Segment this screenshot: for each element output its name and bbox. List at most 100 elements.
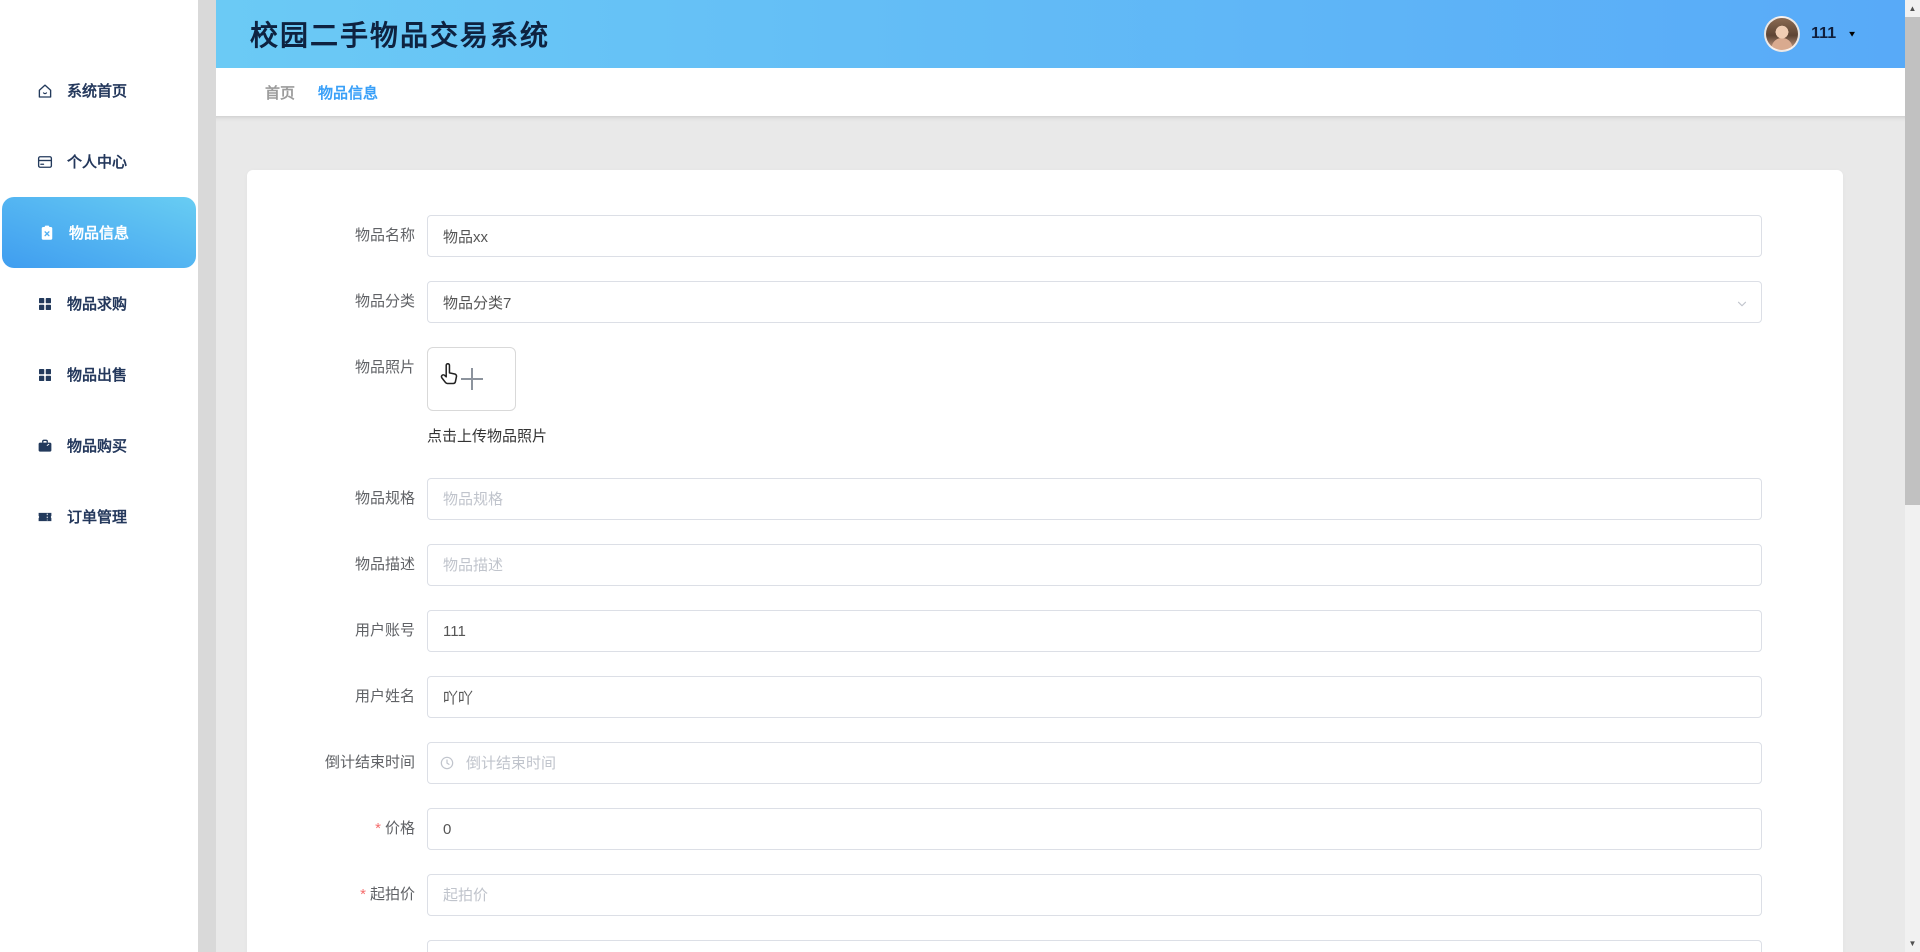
field-label [247,940,427,952]
field-label: 物品名称 [247,215,427,257]
item-category-select[interactable]: 物品分类7 [427,281,1762,323]
required-asterisk: * [375,820,381,837]
item-form: 物品名称物品分类 物品分类7 物品照片 点击上传物品照片物品规格物品描述用户账号用… [247,215,1762,952]
required-asterisk: * [360,886,366,903]
field-label-text: 起拍价 [369,886,415,903]
field-control [427,676,1762,718]
upload-wrap: 点击上传物品照片 [427,347,1762,446]
field-label-text: 物品描述 [354,556,415,573]
grid-icon [39,297,51,310]
bid-increment-input[interactable] [427,940,1762,952]
scroll-down-button[interactable]: ▼ [1905,935,1920,952]
field-label: * 价格 [247,808,427,850]
field-label-text: 物品分类 [354,293,415,310]
field-control [427,544,1762,586]
card-icon [37,155,53,168]
field-label: 物品规格 [247,478,427,520]
hand-cursor-wrap [436,360,462,393]
scroll-up-button[interactable]: ▲ [1905,0,1920,17]
field-label-text: 物品规格 [354,490,415,507]
sidebar-item-label: 物品求购 [67,296,128,313]
sidebar-item-label: 订单管理 [67,509,128,526]
field-control: 物品分类7 [427,281,1762,323]
countdown-end-time-input[interactable] [427,742,1762,784]
price-input[interactable] [427,808,1762,850]
username: 111 [1811,25,1837,42]
field-label: * 起拍价 [247,874,427,916]
sidebar-item-system-home[interactable]: 系统首页 [0,55,198,126]
form-row-item-name: 物品名称 [247,215,1762,257]
item-spec-input[interactable] [427,478,1762,520]
breadcrumb-item-home[interactable]: 首页 [265,82,295,103]
ticket-icon [38,512,52,521]
item-name-input[interactable] [427,215,1762,257]
form-row-item-category: 物品分类 物品分类7 [247,281,1762,323]
sidebar-item-label: 系统首页 [67,83,128,100]
field-control [427,742,1762,784]
sidebar: 系统首页个人中心物品信息物品求购物品出售物品购买订单管理 [0,0,198,952]
user-account-input[interactable] [427,610,1762,652]
select-value: 物品分类7 [443,294,512,312]
starting-price-input[interactable] [427,874,1762,916]
field-control [427,215,1762,257]
breadcrumb-item-item-info[interactable]: 物品信息 [318,82,378,103]
breadcrumb: 首页 物品信息 [216,68,1905,116]
field-label: 用户账号 [247,610,427,652]
dropdown-caret-icon[interactable]: ▼ [1847,30,1857,39]
field-label: 物品分类 [247,281,427,323]
user-avatar[interactable] [1764,16,1801,52]
field-label: 用户姓名 [247,676,427,718]
page-scrollbar[interactable]: ▲ ▼ [1905,0,1920,952]
field-control [427,874,1762,916]
chevron-down-icon [1737,301,1747,307]
clipboard-icon [41,225,53,240]
form-row-bid-increment [247,940,1762,952]
item-desc-input[interactable] [427,544,1762,586]
home-icon [38,83,52,98]
user-menu[interactable]: 111 ▼ [1764,0,1857,68]
main-area: 校园二手物品交易系统 111 ▼ 首页 物品信息 物品名称物品分类 物品分类7 物品… [216,0,1905,952]
form-row-countdown-end-time: 倒计结束时间 [247,742,1762,784]
sidebar-item-label: 个人中心 [67,154,128,171]
briefcase-icon [38,439,52,452]
page: { "header": { "title": "校园二手物品交易系统", "us… [0,0,1920,952]
field-label: 物品照片 [247,347,427,446]
sidebar-item-label: 物品信息 [69,225,130,242]
sidebar-item-item-info[interactable]: 物品信息 [2,197,196,268]
item-photo-upload-button[interactable] [427,347,516,411]
field-control: 点击上传物品照片 [427,347,1762,446]
field-label-text: 价格 [384,820,415,837]
user-name-input[interactable] [427,676,1762,718]
upload-hint: 点击上传物品照片 [427,428,548,445]
sidebar-item-item-sale[interactable]: 物品出售 [0,339,198,410]
sidebar-menu: 系统首页个人中心物品信息物品求购物品出售物品购买订单管理 [0,0,198,552]
field-label: 倒计结束时间 [247,742,427,784]
form-row-starting-price: * 起拍价 [247,874,1762,916]
form-row-item-desc: 物品描述 [247,544,1762,586]
field-label-text: 物品名称 [354,227,415,244]
hand-cursor-icon [440,362,458,385]
form-row-item-spec: 物品规格 [247,478,1762,520]
form-row-price: * 价格 [247,808,1762,850]
field-control [427,940,1762,952]
sidebar-item-order-management[interactable]: 订单管理 [0,481,198,552]
item-form-card: 物品名称物品分类 物品分类7 物品照片 点击上传物品照片物品规格物品描述用户账号用… [247,170,1843,952]
field-control [427,808,1762,850]
grid-icon [39,368,51,381]
field-label-text: 倒计结束时间 [324,754,415,771]
field-label: 物品描述 [247,544,427,586]
sidebar-item-label: 物品出售 [67,367,128,384]
field-control [427,610,1762,652]
top-header-bar: 校园二手物品交易系统 111 ▼ [216,0,1905,68]
field-label-text: 用户姓名 [354,688,415,705]
form-row-item-photo: 物品照片 点击上传物品照片 [247,347,1762,446]
field-label-text: 物品照片 [354,359,415,376]
content-area: 物品名称物品分类 物品分类7 物品照片 点击上传物品照片物品规格物品描述用户账号用… [216,116,1905,952]
scrollbar-thumb[interactable] [1905,17,1920,505]
sidebar-item-label: 物品购买 [67,438,128,455]
chevron-wrap [1735,297,1749,315]
sidebar-item-item-wanted[interactable]: 物品求购 [0,268,198,339]
sidebar-item-personal-center[interactable]: 个人中心 [0,126,198,197]
sidebar-item-item-purchase[interactable]: 物品购买 [0,410,198,481]
form-row-user-name: 用户姓名 [247,676,1762,718]
